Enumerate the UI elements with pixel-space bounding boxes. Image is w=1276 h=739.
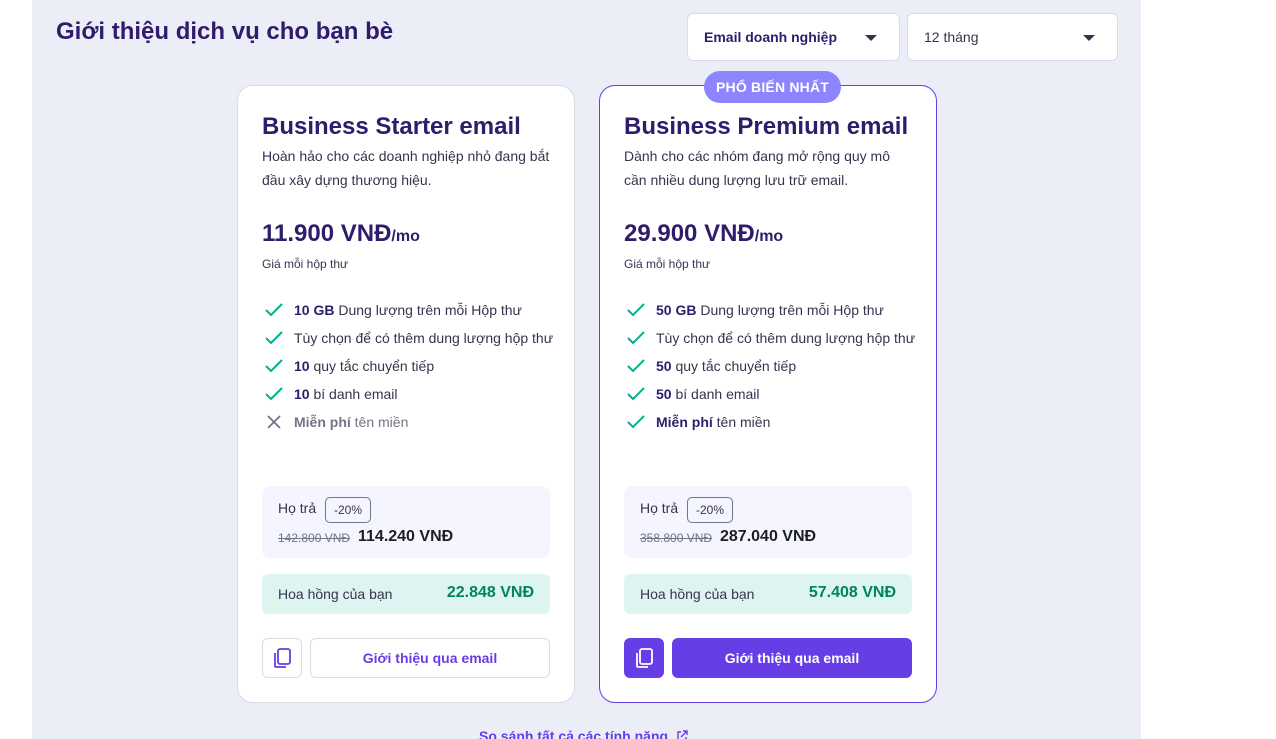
payment-summary: Họ trả -20% 142.800 VNĐ 114.240 VNĐ [262,486,550,558]
product-select[interactable]: Email doanh nghiệp [687,13,900,61]
feature-item: Miễn phí tên miền [624,410,924,434]
feature-item: Tùy chọn để có thêm dung lượng hộp thư [624,326,924,350]
payment-summary: Họ trả -20% 358.800 VNĐ 287.040 VNĐ [624,486,912,558]
feature-text: tên miền [712,414,771,430]
feature-text: tên miền [350,414,409,430]
check-icon [627,303,645,317]
plan-card-premium: PHỔ BIẾN NHẤT Business Premium email Dàn… [599,71,937,703]
feature-item-excluded: Miễn phí tên miền [262,410,562,434]
compare-features-link[interactable]: So sánh tất cả các tính năng [479,728,688,739]
plan-card-starter: Business Starter email Hoàn hảo cho các … [237,85,575,703]
commission-label: Hoa hồng của bạn [640,586,755,602]
feature-bold: 50 GB [656,302,697,318]
discount-badge: -20% [687,497,734,523]
feature-bold: Miễn phí [656,414,713,430]
refer-by-email-button[interactable]: Giới thiệu qua email [310,638,550,678]
plan-description: Dành cho các nhóm đang mở rộng quy mô cầ… [624,148,890,188]
commission-label: Hoa hồng của bạn [278,586,393,602]
commission-box: Hoa hồng của bạn 22.848 VNĐ [262,574,550,614]
commission-box: Hoa hồng của bạn 57.408 VNĐ [624,574,912,614]
plan-name: Business Premium email [624,113,909,140]
copy-link-button[interactable] [262,638,302,678]
price-period: /mo [391,228,420,245]
feature-item: 10 quy tắc chuyển tiếp [262,354,562,378]
feature-item: 50 bí danh email [624,382,924,406]
check-icon [627,387,645,401]
cross-icon [267,415,281,429]
product-select-value: Email doanh nghiệp [704,29,838,45]
feature-text: Dung lượng trên mỗi Hộp thư [696,302,884,318]
feature-item: 10 GB Dung lượng trên mỗi Hộp thư [262,298,562,322]
feature-bold: 10 [294,358,310,374]
feature-text: Tùy chọn để có thêm dung lượng hộp thư [656,330,916,346]
pay-label: Họ trả [640,500,679,516]
feature-item: 50 quy tắc chuyển tiếp [624,354,924,378]
feature-text: quy tắc chuyển tiếp [671,358,797,374]
check-icon [627,415,645,429]
feature-bold: 50 [656,358,672,374]
feature-item: 50 GB Dung lượng trên mỗi Hộp thư [624,298,924,322]
discounted-price: 114.240 VNĐ [358,528,454,545]
check-icon [265,359,283,373]
check-icon [627,359,645,373]
feature-text: Dung lượng trên mỗi Hộp thư [334,302,522,318]
price-value: 29.900 VNĐ [624,220,755,247]
compare-link-label: So sánh tất cả các tính năng [479,728,669,739]
feature-list: 10 GB Dung lượng trên mỗi Hộp thư Tùy ch… [262,298,562,438]
feature-bold: 10 [294,386,310,402]
feature-list: 50 GB Dung lượng trên mỗi Hộp thư Tùy ch… [624,298,924,438]
feature-text: Tùy chọn để có thêm dung lượng hộp thư [294,330,554,346]
feature-item: 10 bí danh email [262,382,562,406]
period-select-value: 12 tháng [924,29,979,45]
feature-bold: 10 GB [294,302,335,318]
feature-text: bí danh email [671,386,760,402]
external-link-icon [677,730,688,739]
plan-price: 11.900 VNĐ/mo [262,220,420,248]
price-period: /mo [754,228,784,245]
price-value: 11.900 VNĐ [262,220,392,247]
plan-name: Business Starter email [262,113,521,140]
commission-value: 22.848 VNĐ [446,584,534,601]
page-title: Giới thiệu dịch vụ cho bạn bè [56,18,394,45]
original-price: 358.800 VNĐ [640,531,713,545]
price-note: Giá mỗi hộp thư [262,257,349,271]
period-select[interactable]: 12 tháng [907,13,1118,61]
feature-bold: 50 [656,386,672,402]
check-icon [265,331,283,345]
price-note: Giá mỗi hộp thư [624,257,711,271]
feature-item: Tùy chọn để có thêm dung lượng hộp thư [262,326,562,350]
copy-icon [636,648,653,668]
commission-value: 57.408 VNĐ [808,584,896,601]
feature-text: quy tắc chuyển tiếp [309,358,435,374]
referral-panel [32,0,1141,739]
chevron-down-icon [865,35,877,41]
feature-text: bí danh email [309,386,398,402]
pay-label: Họ trả [278,500,317,516]
check-icon [627,331,645,345]
popular-badge: PHỔ BIẾN NHẤT [704,71,842,103]
plan-description: Hoàn hảo cho các doanh nghiệp nhỏ đang b… [262,148,550,188]
discount-badge: -20% [325,497,372,523]
chevron-down-icon [1083,35,1095,41]
plan-price: 29.900 VNĐ/mo [624,220,783,248]
copy-icon [274,648,291,668]
copy-link-button[interactable] [624,638,664,678]
discounted-price: 287.040 VNĐ [720,528,817,545]
original-price: 142.800 VNĐ [278,531,351,545]
refer-by-email-button[interactable]: Giới thiệu qua email [672,638,912,678]
feature-bold: Miễn phí [294,414,351,430]
check-icon [265,387,283,401]
check-icon [265,303,283,317]
